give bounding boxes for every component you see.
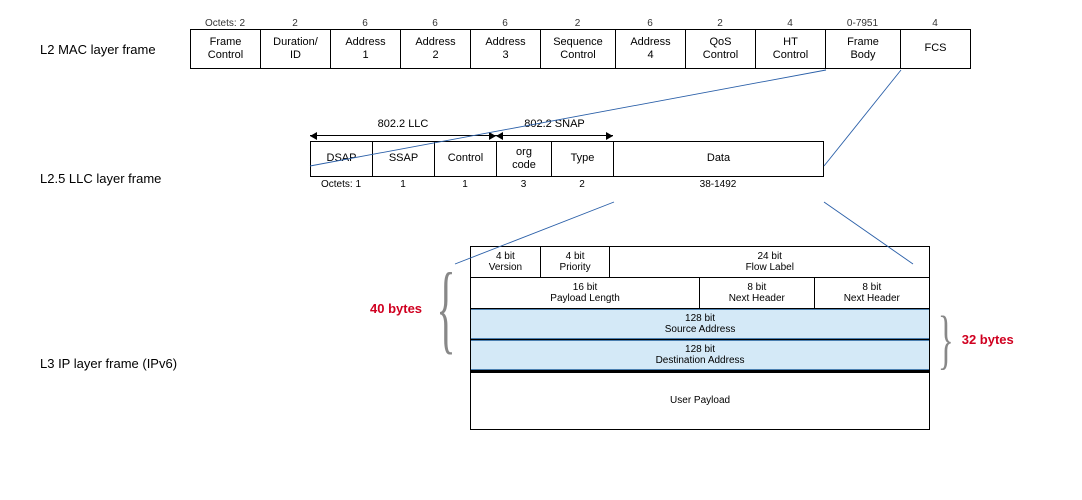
llc-span2-arrow bbox=[496, 135, 613, 136]
l2-octet-5: 2 bbox=[540, 18, 615, 29]
l2-field-4: Address3 bbox=[470, 29, 540, 69]
l2-octet-8: 4 bbox=[755, 18, 825, 29]
llc-field-4: Type bbox=[551, 141, 613, 177]
l25-label: L2.5 LLC layer frame bbox=[40, 171, 190, 186]
llc-span1-arrow bbox=[310, 135, 496, 136]
brace-40bytes-label: 40 bytes bbox=[370, 301, 422, 316]
ipv6-cell-1-1: 8 bitNext Header bbox=[700, 278, 815, 308]
l2-field-8: HTControl bbox=[755, 29, 825, 69]
llc-frame: DSAPSSAPControlorgcodeTypeData bbox=[310, 141, 824, 177]
l2-frame: FrameControlDuration/IDAddress1Address2A… bbox=[190, 29, 971, 69]
llc-octet-0: Octets: 1 bbox=[310, 179, 372, 190]
l2-octet-0: Octets: 2 bbox=[190, 18, 260, 29]
l2-field-9: FrameBody bbox=[825, 29, 900, 69]
brace-left-icon: { bbox=[436, 288, 455, 328]
ipv6-cell-1-0: 16 bitPayload Length bbox=[471, 278, 700, 308]
llc-field-5: Data bbox=[613, 141, 823, 177]
l25-row: DSAPSSAPControlorgcodeTypeData bbox=[310, 141, 1042, 177]
llc-wrapper: 802.2 LLC 802.2 SNAP DSAPSSAPControlorgc… bbox=[310, 119, 1042, 190]
llc-octet-4: 2 bbox=[551, 179, 613, 190]
brace-right-icon: } bbox=[938, 327, 954, 353]
llc-span2-label: 802.2 SNAP bbox=[496, 118, 613, 130]
ipv6-cell-0-2: 24 bitFlow Label bbox=[610, 247, 929, 277]
llc-octet-3: 3 bbox=[496, 179, 551, 190]
llc-octet-1: 1 bbox=[372, 179, 434, 190]
llc-field-2: Control bbox=[434, 141, 496, 177]
llc-octet-row: Octets: 1113238-1492 bbox=[310, 179, 1042, 190]
l3-label: L3 IP layer frame (IPv6) bbox=[40, 306, 370, 371]
l2-octet-9: 0-7951 bbox=[825, 18, 900, 29]
l2-field-0: FrameControl bbox=[190, 29, 260, 69]
llc-span1-label: 802.2 LLC bbox=[310, 118, 496, 130]
l2-label: L2 MAC layer frame bbox=[40, 42, 190, 57]
l2-octet-2: 6 bbox=[330, 18, 400, 29]
l2-field-5: SequenceControl bbox=[540, 29, 615, 69]
l2-octet-10: 4 bbox=[900, 18, 970, 29]
ipv6-cell-1-2: 8 bitNext Header bbox=[815, 278, 930, 308]
l2-octet-4: 6 bbox=[470, 18, 540, 29]
llc-field-1: SSAP bbox=[372, 141, 434, 177]
ipv6-cell-2-0: 128 bitSource Address bbox=[471, 309, 929, 339]
l2-field-1: Duration/ID bbox=[260, 29, 330, 69]
ipv6-cell-3-0: 128 bitDestination Address bbox=[471, 340, 929, 370]
l2-field-6: Address4 bbox=[615, 29, 685, 69]
ipv6-cell-0-0: 4 bitVersion bbox=[471, 247, 541, 277]
ipv6-table: 4 bitVersion4 bitPriority24 bitFlow Labe… bbox=[470, 246, 930, 430]
llc-octet-5: 38-1492 bbox=[613, 179, 823, 190]
l2-octet-7: 2 bbox=[685, 18, 755, 29]
l2-field-7: QoSControl bbox=[685, 29, 755, 69]
ipv6-user-payload-row: User Payload bbox=[471, 371, 929, 429]
l2-octet-3: 6 bbox=[400, 18, 470, 29]
brace-32bytes-label: 32 bytes bbox=[962, 332, 1014, 347]
llc-span-labels: 802.2 LLC 802.2 SNAP bbox=[310, 119, 1042, 141]
ipv6-cell-0-1: 4 bitPriority bbox=[541, 247, 611, 277]
l2-octet-row: Octets: 2266626240-79514 bbox=[190, 18, 1042, 29]
ipv6-row-3: 128 bitDestination Address bbox=[471, 340, 929, 371]
l2-octet-6: 6 bbox=[615, 18, 685, 29]
l2-field-10: FCS bbox=[900, 29, 970, 69]
l2-octet-1: 2 bbox=[260, 18, 330, 29]
l2-field-2: Address1 bbox=[330, 29, 400, 69]
llc-field-3: orgcode bbox=[496, 141, 551, 177]
l2-row: L2 MAC layer frame FrameControlDuration/… bbox=[40, 29, 1042, 69]
ipv6-wrapper: L3 IP layer frame (IPv6) 40 bytes { 4 bi… bbox=[40, 246, 1042, 430]
ipv6-row-2: 128 bitSource Address bbox=[471, 309, 929, 340]
l2-field-3: Address2 bbox=[400, 29, 470, 69]
llc-field-0: DSAP bbox=[310, 141, 372, 177]
ipv6-row-0: 4 bitVersion4 bitPriority24 bitFlow Labe… bbox=[471, 247, 929, 278]
llc-octet-2: 1 bbox=[434, 179, 496, 190]
ipv6-row-1: 16 bitPayload Length8 bitNext Header8 bi… bbox=[471, 278, 929, 309]
ipv6-user-payload: User Payload bbox=[471, 373, 929, 429]
